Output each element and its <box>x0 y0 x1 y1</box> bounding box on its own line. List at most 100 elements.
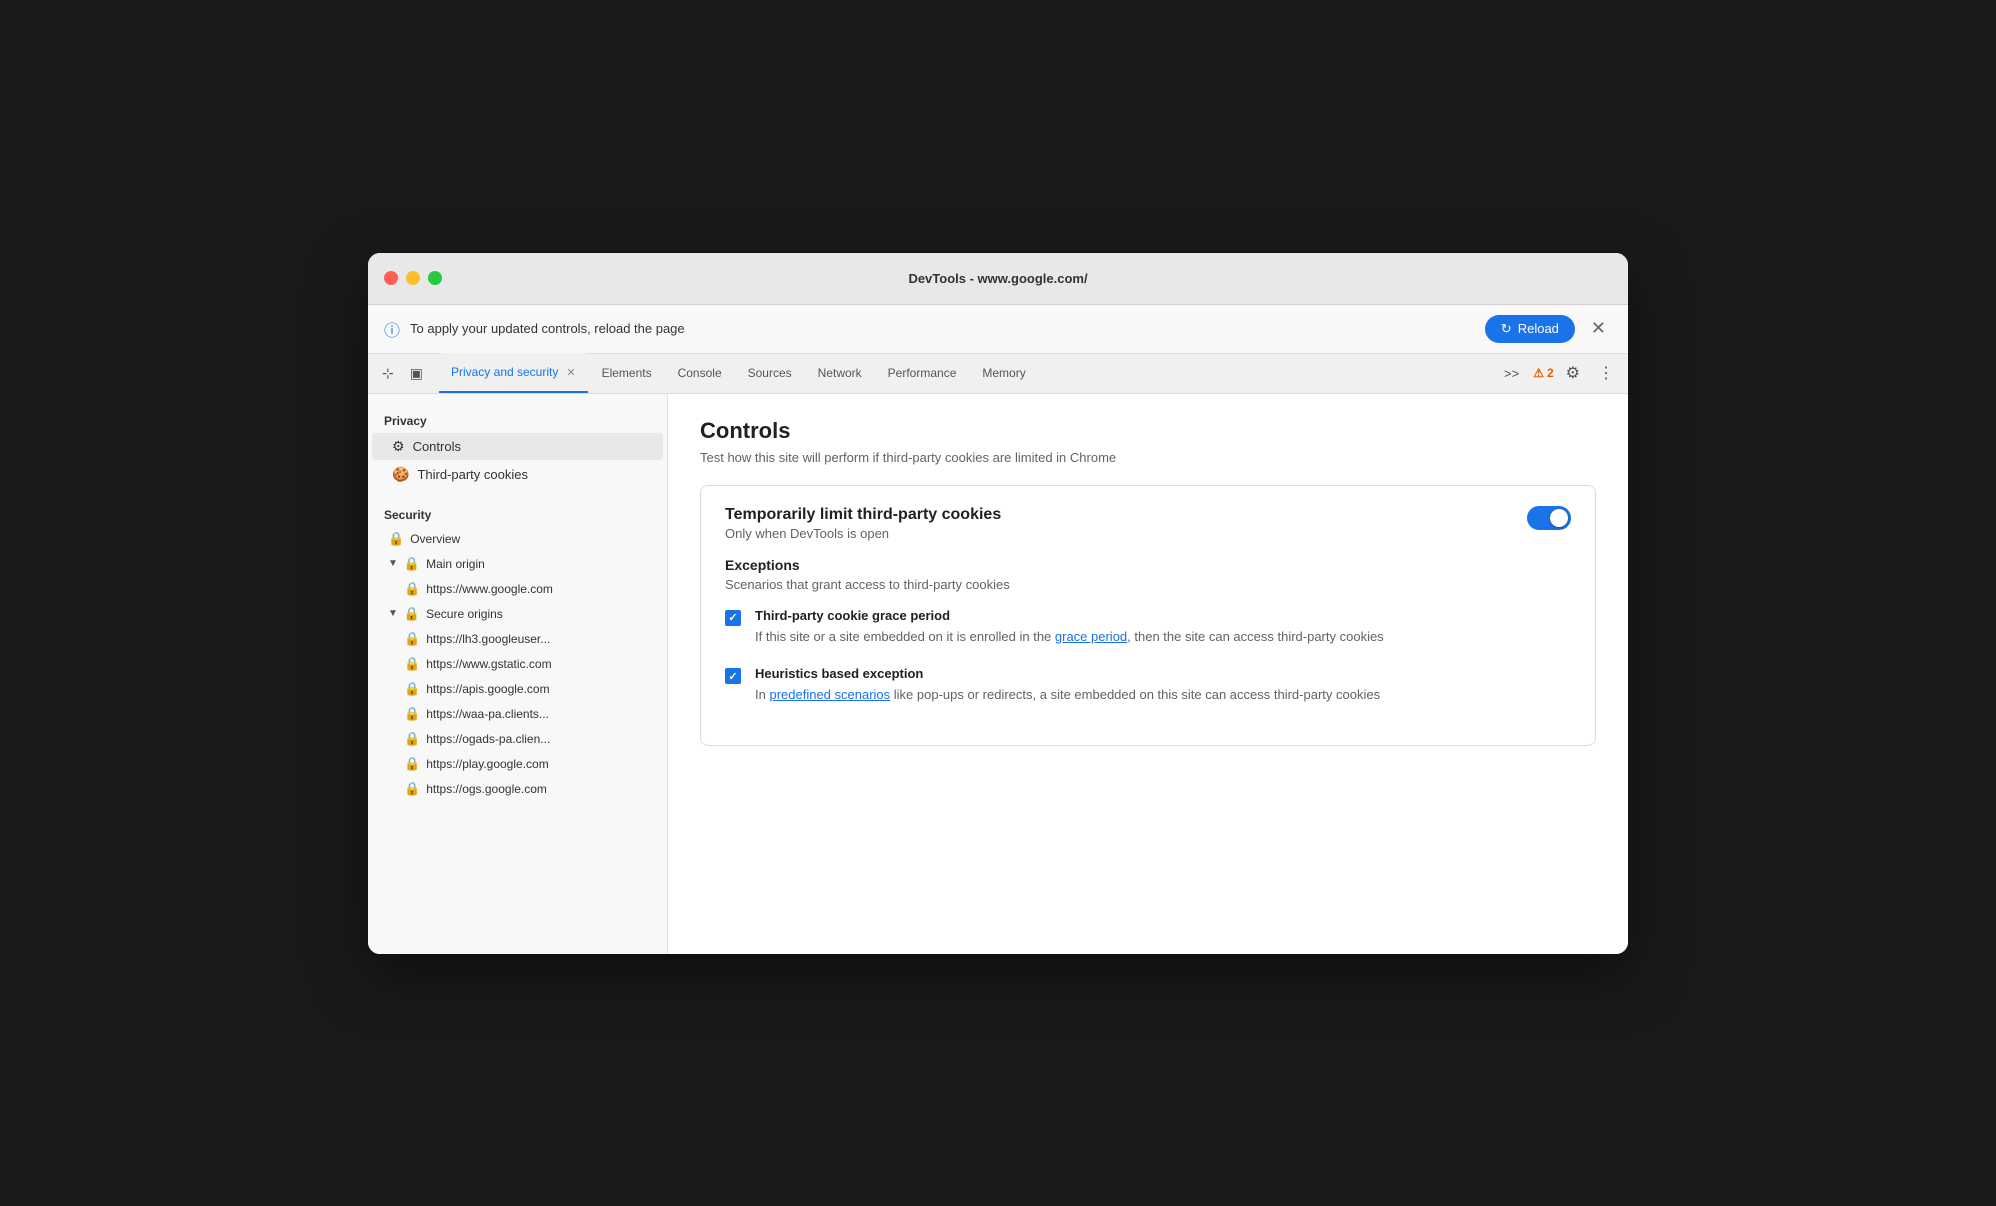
tab-label: Performance <box>888 366 957 380</box>
lock-icon: 🔒 <box>404 606 420 622</box>
security-section-title: Security <box>368 500 667 526</box>
lock-icon: 🔒 <box>404 781 420 797</box>
tab-performance[interactable]: Performance <box>876 353 969 393</box>
lock-icon: 🔒 <box>404 731 420 747</box>
exception-item-heuristics: Heuristics based exception In predefined… <box>725 666 1571 705</box>
lock-icon: 🔒 <box>404 581 420 597</box>
gear-icon: ⚙ <box>392 438 405 455</box>
secure-origin-url: https://play.google.com <box>426 757 549 771</box>
tab-actions: >> ⚠ 2 ⚙ ⋮ <box>1496 359 1620 387</box>
sidebar-item-third-party-cookies[interactable]: 🍪 Third-party cookies <box>372 461 663 488</box>
grace-period-link[interactable]: grace period <box>1055 629 1127 644</box>
sidebar-item-secure-origin-6[interactable]: 🔒 https://ogs.google.com <box>372 777 663 801</box>
tab-elements[interactable]: Elements <box>590 353 664 393</box>
traffic-lights <box>384 271 442 285</box>
devtools-window: DevTools - www.google.com/ ⓘ To apply yo… <box>368 253 1628 954</box>
tab-label: Privacy and security <box>451 365 558 379</box>
grace-period-title: Third-party cookie grace period <box>755 608 1571 623</box>
close-tab-icon[interactable]: ✕ <box>566 366 575 379</box>
tab-privacy-and-security[interactable]: Privacy and security ✕ <box>439 353 588 393</box>
card-title: Temporarily limit third-party cookies <box>725 506 1001 524</box>
sidebar: Privacy ⚙ Controls 🍪 Third-party cookies… <box>368 394 668 954</box>
settings-button[interactable]: ⚙ <box>1560 359 1586 387</box>
secure-origin-url: https://www.gstatic.com <box>426 657 551 671</box>
sidebar-item-secure-origin-0[interactable]: 🔒 https://lh3.googleuser... <box>372 627 663 651</box>
tab-label: Memory <box>982 366 1025 380</box>
sidebar-item-overview[interactable]: 🔒 Overview <box>372 527 663 551</box>
sidebar-item-controls[interactable]: ⚙ Controls <box>372 433 663 460</box>
warning-badge: ⚠ 2 <box>1533 366 1553 380</box>
cookies-icon: 🍪 <box>392 466 409 483</box>
predefined-scenarios-link[interactable]: predefined scenarios <box>769 687 890 702</box>
lock-icon: 🔒 <box>404 756 420 772</box>
info-icon: ⓘ <box>384 317 400 341</box>
lock-icon: 🔒 <box>404 681 420 697</box>
main-origin-label: Main origin <box>426 557 485 571</box>
grace-period-desc-before: If this site or a site embedded on it is… <box>755 629 1055 644</box>
close-button[interactable] <box>384 271 398 285</box>
exceptions-description: Scenarios that grant access to third-par… <box>725 577 1571 592</box>
exception-item-grace-period: Third-party cookie grace period If this … <box>725 608 1571 647</box>
tab-label: Console <box>678 366 722 380</box>
secure-origin-url: https://ogs.google.com <box>426 782 547 796</box>
reload-button[interactable]: ↻ Reload <box>1485 315 1575 343</box>
tabs-bar: ⊹ ▣ Privacy and security ✕ Elements Cons… <box>368 354 1628 394</box>
limit-cookies-toggle[interactable] <box>1527 506 1571 530</box>
grace-period-content: Third-party cookie grace period If this … <box>755 608 1571 647</box>
device-toolbar-icon[interactable]: ▣ <box>404 361 429 386</box>
tab-console[interactable]: Console <box>666 353 734 393</box>
sidebar-item-main-origin-url[interactable]: 🔒 https://www.google.com <box>372 577 663 601</box>
secure-origin-url: https://apis.google.com <box>426 682 549 696</box>
main-content: Privacy ⚙ Controls 🍪 Third-party cookies… <box>368 394 1628 954</box>
tab-memory[interactable]: Memory <box>970 353 1037 393</box>
tab-label: Elements <box>602 366 652 380</box>
grace-period-checkbox[interactable] <box>725 610 741 626</box>
lock-icon: 🔒 <box>404 706 420 722</box>
overview-label: Overview <box>410 532 460 546</box>
reload-icon: ↻ <box>1501 321 1512 337</box>
titlebar: DevTools - www.google.com/ <box>368 253 1628 305</box>
arrow-down-icon: ▼ <box>388 558 398 569</box>
heuristics-content: Heuristics based exception In predefined… <box>755 666 1571 705</box>
tab-label: Sources <box>748 366 792 380</box>
sidebar-item-secure-origin-4[interactable]: 🔒 https://ogads-pa.clien... <box>372 727 663 751</box>
minimize-button[interactable] <box>406 271 420 285</box>
tab-icon-group: ⊹ ▣ <box>376 361 429 386</box>
notification-text: To apply your updated controls, reload t… <box>410 321 1475 336</box>
tab-network[interactable]: Network <box>806 353 874 393</box>
more-tabs-button[interactable]: >> <box>1496 362 1527 385</box>
lock-icon: 🔒 <box>388 531 404 547</box>
cookie-control-card: Temporarily limit third-party cookies On… <box>700 485 1596 746</box>
card-description: Only when DevTools is open <box>725 526 1001 541</box>
notification-bar: ⓘ To apply your updated controls, reload… <box>368 305 1628 354</box>
sidebar-item-secure-origin-3[interactable]: 🔒 https://waa-pa.clients... <box>372 702 663 726</box>
heuristics-title: Heuristics based exception <box>755 666 1571 681</box>
third-party-cookies-label: Third-party cookies <box>417 467 528 482</box>
arrow-down-icon: ▼ <box>388 608 398 619</box>
exceptions-section: Exceptions Scenarios that grant access t… <box>725 557 1571 705</box>
sidebar-item-secure-origin-1[interactable]: 🔒 https://www.gstatic.com <box>372 652 663 676</box>
sidebar-item-secure-origin-5[interactable]: 🔒 https://play.google.com <box>372 752 663 776</box>
maximize-button[interactable] <box>428 271 442 285</box>
controls-label: Controls <box>413 439 461 454</box>
card-header-text: Temporarily limit third-party cookies On… <box>725 506 1001 541</box>
select-element-icon[interactable]: ⊹ <box>376 361 400 386</box>
grace-period-desc-after: , then the site can access third-party c… <box>1127 629 1384 644</box>
heuristics-checkbox[interactable] <box>725 668 741 684</box>
exceptions-title: Exceptions <box>725 557 1571 573</box>
sidebar-item-main-origin[interactable]: ▼ 🔒 Main origin <box>372 552 663 576</box>
sidebar-item-secure-origin-2[interactable]: 🔒 https://apis.google.com <box>372 677 663 701</box>
secure-origin-url: https://lh3.googleuser... <box>426 632 550 646</box>
secure-origin-url: https://ogads-pa.clien... <box>426 732 550 746</box>
tab-label: Network <box>818 366 862 380</box>
sidebar-item-secure-origins[interactable]: ▼ 🔒 Secure origins <box>372 602 663 626</box>
dismiss-notification-button[interactable]: ✕ <box>1585 316 1612 341</box>
secure-origin-url: https://waa-pa.clients... <box>426 707 549 721</box>
card-header: Temporarily limit third-party cookies On… <box>725 506 1571 541</box>
more-options-button[interactable]: ⋮ <box>1592 359 1620 387</box>
warning-count: 2 <box>1547 366 1554 380</box>
grace-period-desc: If this site or a site embedded on it is… <box>755 627 1571 647</box>
heuristics-desc-before: In <box>755 687 769 702</box>
tab-sources[interactable]: Sources <box>736 353 804 393</box>
lock-icon: 🔒 <box>404 556 420 572</box>
